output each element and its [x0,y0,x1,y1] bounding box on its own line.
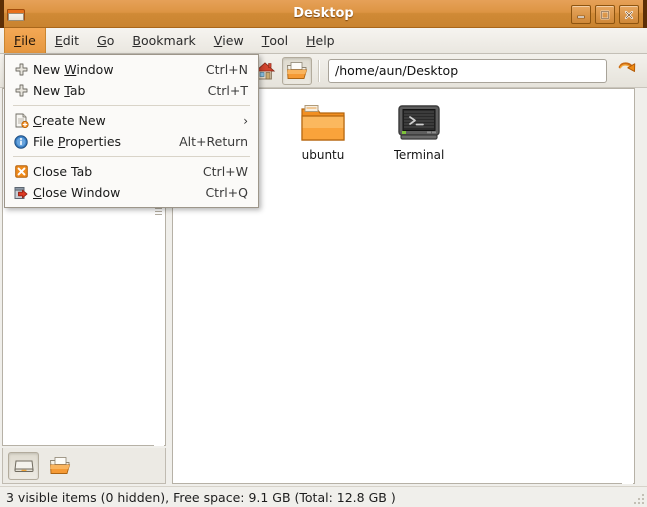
menu-item-close-window[interactable]: Close Window Ctrl+Q [5,182,258,203]
menu-item-accel: Ctrl+T [207,83,248,98]
titlebar-left-edge [0,0,4,28]
status-bar: 3 visible items (0 hidden), Free space: … [0,486,647,507]
maximize-icon [600,10,610,19]
close-window-icon [11,186,31,200]
close-icon [624,10,634,19]
window-title: Desktop [293,6,354,21]
file-item-glyph [397,101,441,145]
menu-item-close-tab[interactable]: Close Tab Ctrl+W [5,161,258,182]
menu-separator [13,156,250,157]
open-folder-button[interactable] [282,56,312,85]
menu-tool[interactable]: Tool [253,28,297,53]
menu-go[interactable]: Go [88,28,123,53]
menu-view[interactable]: View [205,28,253,53]
maximize-button[interactable] [595,5,615,24]
minimize-button[interactable] [571,5,591,24]
close-x-icon [11,165,31,178]
menu-item-new-tab[interactable]: New Tab Ctrl+T [5,80,258,101]
grip-line [155,214,162,215]
menu-file[interactable]: File [4,28,46,53]
menu-bookmark[interactable]: Bookmark [123,28,204,53]
menu-item-accel: Alt+Return [179,134,248,149]
menu-item-label: Close Window [33,185,121,200]
fileview-scrollbar[interactable] [622,90,633,484]
file-item-ubuntu[interactable]: ubuntu [275,97,371,169]
open-folder-icon [287,61,308,79]
grip-line [155,208,162,209]
window-controls [571,5,639,24]
menu-item-label: Create New [33,113,106,128]
menu-item-label: File Properties [33,134,122,149]
menu-item-accel: Ctrl+W [202,164,248,179]
file-item-terminal[interactable]: Terminal [371,97,467,169]
drive-icon [13,460,34,472]
menu-item-label: Close Tab [33,164,93,179]
menu-separator [13,105,250,106]
info-icon [11,134,31,149]
menu-item-file-properties[interactable]: File Properties Alt+Return [5,131,258,152]
titlebar-right-edge [643,0,647,28]
menu-item-accel: Ctrl+N [205,62,248,77]
window-folder-icon[interactable] [7,6,25,22]
menu-bar: File Edit Go Bookmark View Tool Help [0,28,647,54]
menu-edit[interactable]: Edit [46,28,88,53]
status-text: 3 visible items (0 hidden), Free space: … [6,489,396,505]
go-arrow-icon [618,61,636,72]
menu-item-label: New Window [33,62,114,77]
toolbar-separator [318,59,320,82]
file-item-label: ubuntu [301,148,345,162]
file-item-glyph [300,101,346,145]
menu-item-create-new[interactable]: Create New › [5,110,258,131]
minimize-icon [577,15,585,18]
plus-icon [11,84,31,97]
file-manager-window: Desktop File Edit G o B ookmark V iew T … [0,0,647,507]
new-document-icon [11,113,31,128]
path-value: /home/aun/Desktop [335,63,459,78]
menu-item-label: New Tab [33,83,86,98]
open-folder-icon [49,456,70,474]
menu-item-accel: Ctrl+Q [205,185,248,200]
grip-line [155,211,162,212]
file-item-label: Terminal [393,148,445,162]
chevron-right-icon: › [243,113,248,128]
terminal-icon [398,105,440,140]
folder-front-shape [8,13,24,21]
go-button[interactable] [613,57,643,85]
close-button[interactable] [619,5,639,24]
sidebar-tab-bar [2,448,166,484]
devices-tab[interactable] [8,451,39,480]
path-input[interactable]: /home/aun/Desktop [328,58,607,83]
menu-help[interactable]: Help [297,28,344,53]
file-menu-popup: New Window Ctrl+N New Tab Ctrl+T Create … [4,54,259,208]
menu-item-new-window[interactable]: New Window Ctrl+N [5,59,258,80]
folder-icon [301,105,345,141]
plus-icon [11,63,31,76]
places-tab[interactable] [44,452,75,480]
sidebar-scroll-grip[interactable] [155,208,162,217]
title-bar[interactable]: Desktop [0,0,647,28]
resize-grip[interactable] [632,492,644,504]
